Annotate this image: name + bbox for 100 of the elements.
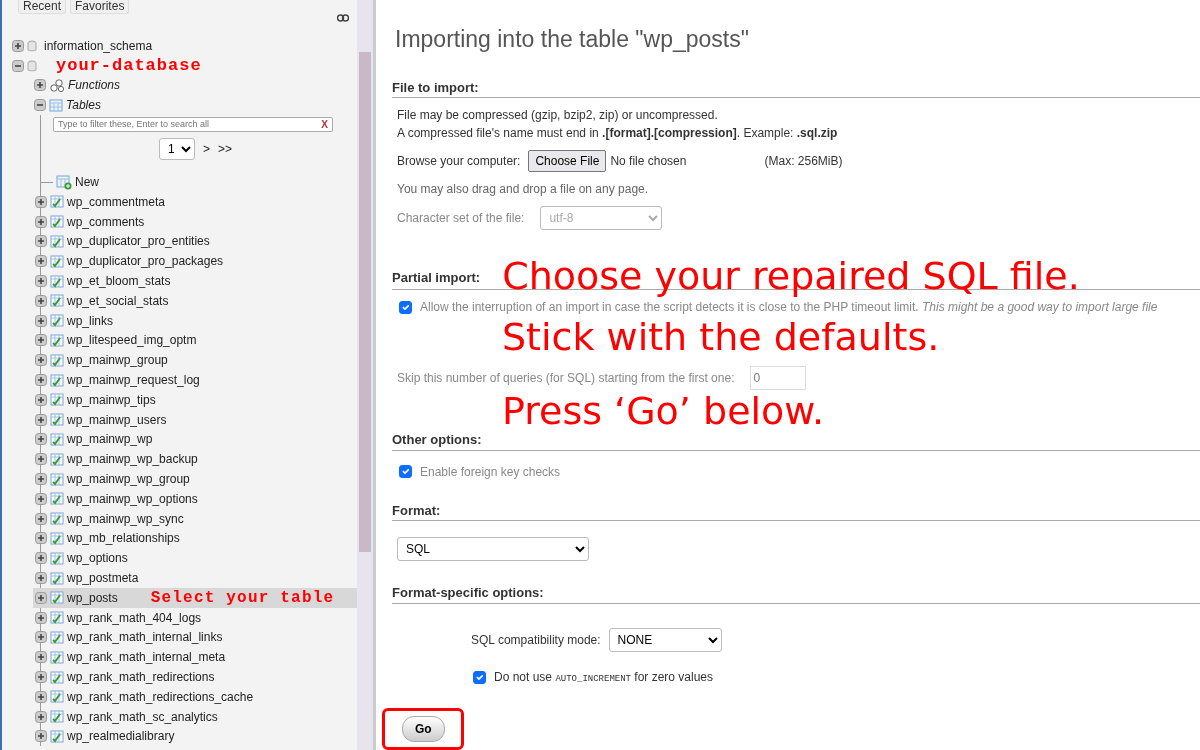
expand-icon[interactable]: [35, 255, 47, 268]
nav-tab[interactable]: Favorites: [70, 0, 130, 14]
new-table-link[interactable]: New: [75, 173, 99, 192]
table-icon: [50, 472, 64, 486]
nav-tab[interactable]: Recent: [18, 0, 67, 14]
scrollbar[interactable]: [357, 0, 373, 750]
annotation-text: Choose your repaired SQL file.: [502, 255, 1080, 298]
expand-icon[interactable]: [35, 671, 47, 683]
table-name[interactable]: wp_mainwp_request_log: [67, 371, 200, 390]
expand-icon[interactable]: [35, 374, 47, 387]
table-name[interactable]: wp_realmedialibrary: [67, 727, 175, 746]
file-status: No file chosen: [610, 153, 687, 171]
table-name[interactable]: wp_mainwp_tips: [67, 390, 156, 409]
expand-icon[interactable]: [35, 710, 47, 723]
expand-icon[interactable]: [35, 651, 47, 664]
field-label: Skip this number of queries (for SQL) starting from the first one:: [397, 370, 735, 388]
table-name[interactable]: wp_commentmeta: [67, 192, 166, 211]
expand-icon[interactable]: [35, 473, 47, 486]
table-name[interactable]: wp_mainwp_wp_group: [67, 470, 190, 489]
table-name[interactable]: wp_rank_math_sc_analytics: [67, 707, 218, 726]
table-icon: [50, 452, 64, 466]
expand-icon[interactable]: [35, 413, 47, 426]
table-name[interactable]: wp_mainwp_wp_backup: [67, 450, 198, 469]
database-icon: [27, 59, 37, 72]
field-label: SQL compatibility mode:: [471, 631, 601, 649]
section-heading: Partial import:: [392, 268, 481, 287]
database-annotation: your-database: [56, 54, 202, 77]
table-icon: [50, 215, 64, 229]
help-text: You may also drag and drop a file on any page.: [397, 181, 650, 199]
checkbox-label: Do not use AUTO_INCREMENT for zero values: [494, 668, 714, 686]
table-name[interactable]: wp_mainwp_wp: [67, 430, 153, 449]
table-name[interactable]: wp_et_bloom_stats: [67, 272, 171, 291]
table-icon: [50, 551, 64, 565]
link-icon[interactable]: [337, 14, 349, 22]
table-name[interactable]: wp_mb_relationships: [67, 529, 180, 548]
expand-icon[interactable]: [35, 235, 47, 248]
table-name[interactable]: wp_litespeed_img_optm: [67, 331, 197, 350]
expand-icon[interactable]: [35, 294, 47, 307]
choose-file-button[interactable]: Choose File: [528, 150, 607, 173]
expand-icon[interactable]: [35, 730, 47, 743]
format-select[interactable]: SQL: [397, 537, 589, 562]
table-name[interactable]: wp_rank_math_redirections_cache: [67, 687, 254, 706]
expand-icon[interactable]: [35, 195, 47, 208]
table-name[interactable]: wp_rank_math_404_logs: [67, 608, 202, 627]
expand-icon[interactable]: [35, 215, 47, 228]
table-name[interactable]: wp_posts: [67, 588, 118, 607]
table-icon: [50, 630, 64, 644]
skip-queries-field[interactable]: 0: [750, 366, 807, 391]
section-heading: Format-specific options:: [392, 585, 1200, 604]
expand-icon[interactable]: [35, 690, 47, 703]
table-name[interactable]: wp_duplicator_pro_packages: [67, 252, 224, 271]
checkbox[interactable]: [399, 300, 412, 314]
table-name[interactable]: wp_rank_math_redirections: [67, 668, 215, 686]
expand-icon[interactable]: [12, 39, 24, 52]
table-icon: [50, 591, 64, 605]
expand-icon[interactable]: [35, 572, 47, 584]
expand-icon[interactable]: [35, 532, 47, 545]
last-page-link[interactable]: >>: [218, 140, 233, 159]
go-button[interactable]: Go: [402, 716, 445, 743]
filter-field[interactable]: Type to filter these, Enter to search all X: [53, 117, 333, 133]
expand-icon[interactable]: [34, 79, 46, 92]
expand-icon[interactable]: [35, 314, 47, 327]
expand-icon[interactable]: [35, 393, 47, 406]
collapse-icon[interactable]: [12, 59, 24, 72]
expand-icon[interactable]: [35, 631, 47, 644]
expand-icon[interactable]: [35, 354, 47, 367]
checkbox-label: Enable foreign key checks: [420, 463, 561, 481]
expand-icon[interactable]: [35, 512, 47, 525]
expand-icon[interactable]: [35, 334, 47, 347]
checkbox[interactable]: [399, 465, 412, 479]
table-name[interactable]: wp_et_social_stats: [67, 291, 169, 310]
expand-icon[interactable]: [35, 275, 47, 288]
table-name[interactable]: wp_mainwp_users: [67, 410, 167, 429]
table-name[interactable]: wp_options: [67, 549, 128, 568]
selected-table-row[interactable]: wp_posts Select your table: [33, 587, 357, 608]
expand-icon[interactable]: [35, 591, 47, 604]
page-select[interactable]: 1: [159, 138, 195, 161]
next-page-link[interactable]: >: [203, 140, 210, 159]
tables-node[interactable]: Tables: [66, 96, 101, 115]
expand-icon[interactable]: [35, 552, 47, 565]
table-name[interactable]: wp_rank_math_internal_meta: [67, 648, 226, 667]
table-name[interactable]: wp_mainwp_wp_options: [67, 489, 198, 508]
table-name[interactable]: wp_mainwp_group: [67, 351, 168, 370]
table-name[interactable]: wp_comments: [67, 212, 145, 231]
checkbox[interactable]: [473, 670, 486, 684]
table-name[interactable]: wp_postmeta: [67, 569, 139, 587]
table-name[interactable]: wp_duplicator_pro_entities: [67, 232, 210, 251]
compatibility-select[interactable]: NONE: [608, 627, 722, 652]
expand-icon[interactable]: [35, 492, 47, 505]
expand-icon[interactable]: [35, 433, 47, 446]
collapse-icon[interactable]: [34, 99, 46, 112]
expand-icon[interactable]: [35, 611, 47, 624]
table-icon: [50, 274, 64, 288]
functions-node[interactable]: Functions: [68, 76, 121, 95]
expand-icon[interactable]: [35, 453, 47, 466]
table-name[interactable]: wp_links: [67, 311, 114, 330]
table-name[interactable]: wp_mainwp_wp_sync: [67, 509, 184, 528]
database-name[interactable]: information_schema: [44, 36, 153, 55]
table-name[interactable]: wp_rank_math_internal_links: [67, 628, 223, 647]
clear-filter-button[interactable]: X: [321, 117, 328, 133]
